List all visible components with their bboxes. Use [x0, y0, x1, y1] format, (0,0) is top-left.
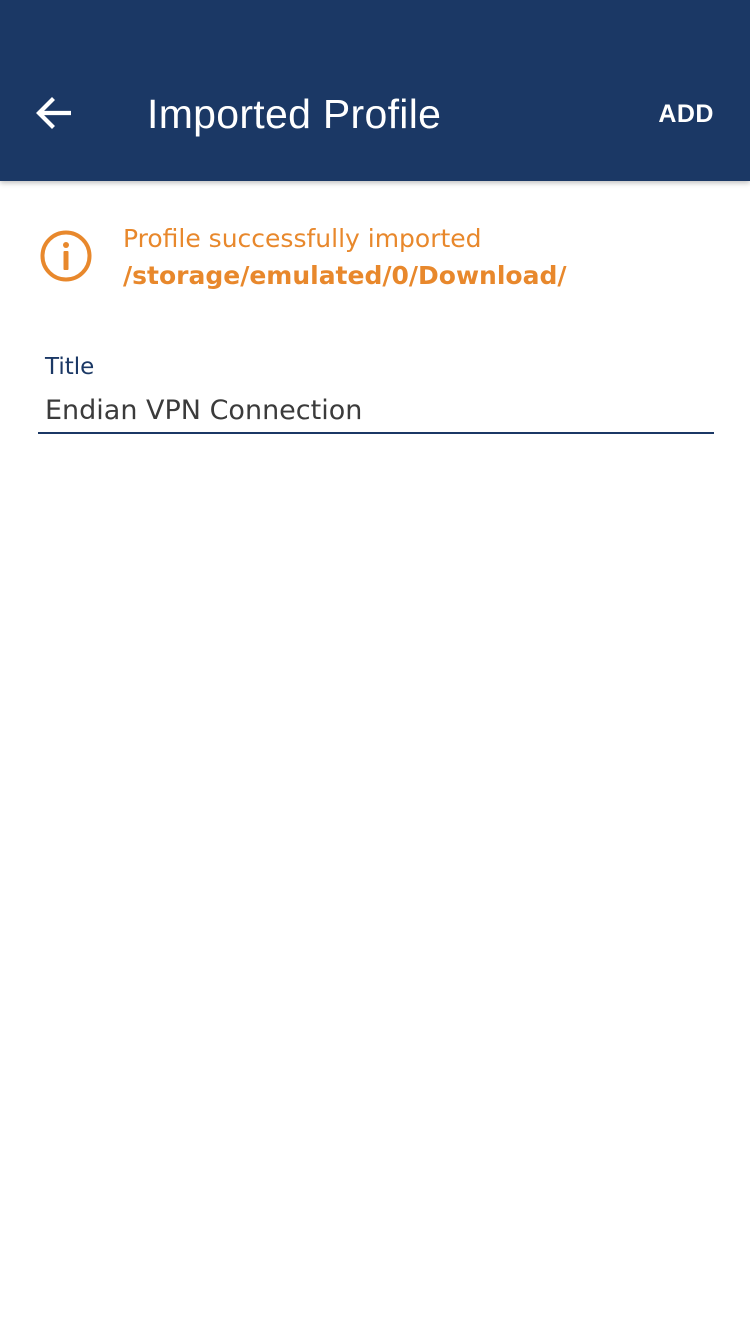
info-icon: [40, 230, 92, 282]
title-field: Title: [38, 348, 714, 440]
page-title: Imported Profile: [147, 91, 442, 137]
back-button[interactable]: [22, 82, 84, 144]
import-notice: Profile successfully imported /storage/e…: [38, 222, 718, 296]
app-bar: Imported Profile ADD: [0, 0, 750, 181]
arrow-left-icon: [35, 97, 71, 129]
notice-message: Profile successfully imported: [123, 224, 482, 253]
add-button[interactable]: ADD: [658, 94, 714, 134]
title-input[interactable]: [38, 388, 714, 434]
title-field-label: Title: [45, 354, 95, 380]
notice-path: /storage/emulated/0/Download/: [123, 261, 567, 290]
